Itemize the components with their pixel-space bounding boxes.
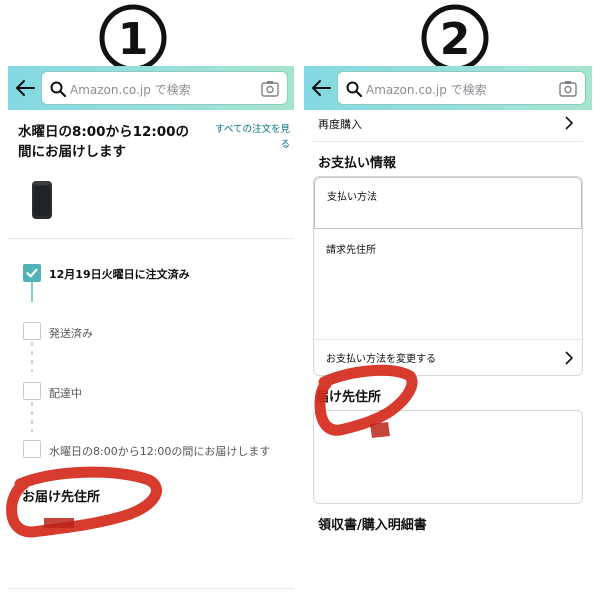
divider — [8, 238, 294, 239]
svg-text:1: 1 — [118, 14, 149, 65]
search-placeholder: Amazon.co.jp で検索 — [366, 83, 487, 97]
search-icon — [50, 81, 66, 97]
view-all-orders-link[interactable]: すべての注文を見る — [208, 122, 290, 152]
divider — [8, 588, 294, 589]
delivery-address-heading: 届け先住所 — [316, 390, 382, 405]
change-payment-row[interactable]: お支払い方法を変更する — [314, 339, 582, 375]
step-checkbox-checked — [23, 264, 41, 282]
search-placeholder: Amazon.co.jp で検索 — [70, 83, 191, 97]
step-checkbox — [23, 382, 41, 400]
product-thumbnail-speaker[interactable] — [30, 180, 54, 220]
app-header: Amazon.co.jp で検索 — [304, 66, 592, 110]
checkmark-icon — [26, 268, 38, 278]
buy-again-row[interactable]: 再度購入 — [318, 116, 362, 132]
search-icon — [346, 81, 362, 97]
timeline-pending — [31, 342, 33, 372]
timeline-progress — [31, 282, 33, 302]
receipt-heading: 領収書/購入明細書 — [318, 518, 427, 533]
divider — [313, 141, 583, 142]
circled-number-1: 1 — [93, 2, 173, 74]
step-label-delivery: 水曜日の8:00から12:00の間にお届けします — [49, 445, 271, 458]
order-details-panel-2: Amazon.co.jp で検索 再度購入 お支払い情報 支払い方法 請求先住所… — [304, 66, 592, 600]
app-header: Amazon.co.jp で検索 — [8, 66, 294, 110]
payment-info-card: 支払い方法 請求先住所 お支払い方法を変更する — [313, 176, 583, 376]
step-checkbox — [23, 440, 41, 458]
payment-method-label: 支払い方法 — [327, 192, 377, 203]
step-label-in-transit: 配達中 — [49, 387, 82, 400]
delivery-window-heading: 水曜日の8:00から12:00の間にお届けします — [18, 124, 190, 160]
delivery-address-heading: お届け先住所 — [22, 490, 101, 505]
back-arrow-icon[interactable] — [310, 78, 332, 98]
camera-scan-icon[interactable] — [261, 80, 279, 97]
order-details-panel-1: Amazon.co.jp で検索 水曜日の8:00から12:00の間にお届けしま… — [8, 66, 294, 600]
change-payment-label: お支払い方法を変更する — [326, 354, 436, 365]
circled-number-2: 2 — [415, 2, 495, 74]
chevron-right-icon — [565, 116, 574, 130]
billing-address-label: 請求先住所 — [326, 245, 376, 256]
timeline-pending — [31, 402, 33, 432]
chevron-right-icon — [565, 351, 574, 365]
step-label-shipped: 発送済み — [49, 327, 93, 340]
delivery-address-card — [313, 410, 583, 504]
camera-scan-icon[interactable] — [559, 80, 577, 97]
step-checkbox — [23, 322, 41, 340]
step-label-ordered: 12月19日火曜日に注文済み — [49, 268, 190, 281]
payment-info-heading: お支払い情報 — [318, 156, 397, 171]
svg-text:2: 2 — [440, 14, 471, 65]
search-input[interactable]: Amazon.co.jp で検索 — [41, 71, 288, 105]
search-input[interactable]: Amazon.co.jp で検索 — [337, 71, 586, 105]
billing-address-row: 請求先住所 — [314, 229, 582, 339]
payment-method-row[interactable]: 支払い方法 — [314, 177, 582, 229]
back-arrow-icon[interactable] — [14, 78, 36, 98]
